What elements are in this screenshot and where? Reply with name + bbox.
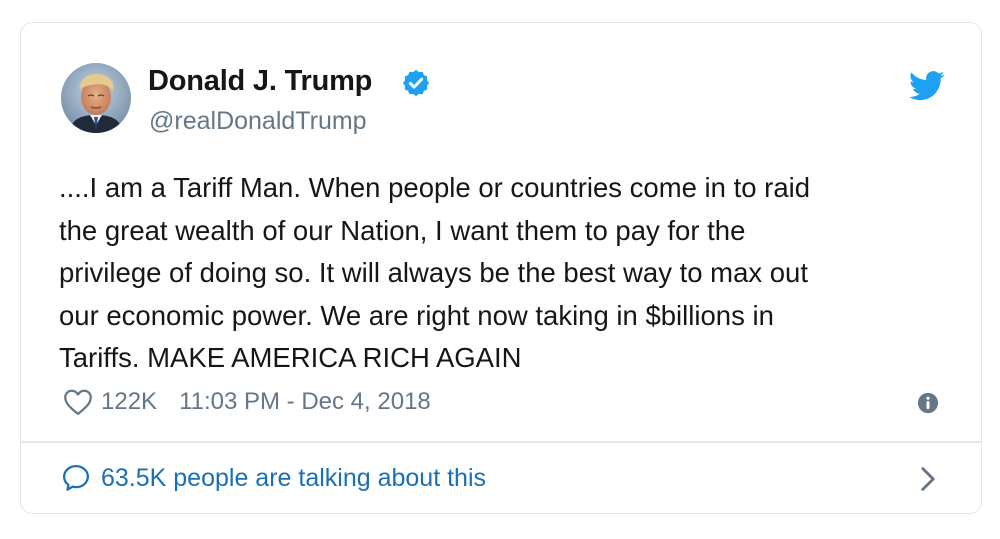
like-count[interactable]: 122K [101, 388, 157, 416]
tweet-meta-row: 122K 11:03 PM - Dec 4, 2018 [63, 387, 431, 417]
card-divider [21, 441, 981, 443]
info-icon[interactable] [917, 392, 939, 414]
twitter-bird-icon[interactable] [909, 71, 945, 101]
verified-badge-icon [402, 69, 430, 97]
avatar-portrait [61, 63, 131, 133]
tweet-timestamp[interactable]: 11:03 PM - Dec 4, 2018 [179, 388, 431, 416]
author-display-name[interactable]: Donald J. Trump [148, 65, 372, 98]
author-handle[interactable]: @realDonaldTrump [149, 107, 367, 136]
chevron-right-icon[interactable] [919, 466, 937, 492]
tweet-text: ....I am a Tariff Man. When people or co… [59, 172, 811, 373]
avatar[interactable] [61, 63, 131, 133]
heart-icon[interactable] [63, 388, 93, 416]
talking-about-label[interactable]: 63.5K people are talking about this [101, 464, 486, 493]
tweet-embed-card: Donald J. Trump @realDonaldTrump ....I a… [20, 22, 982, 514]
talking-about-link[interactable]: 63.5K people are talking about this [61, 460, 486, 496]
speech-bubble-icon [63, 465, 89, 491]
